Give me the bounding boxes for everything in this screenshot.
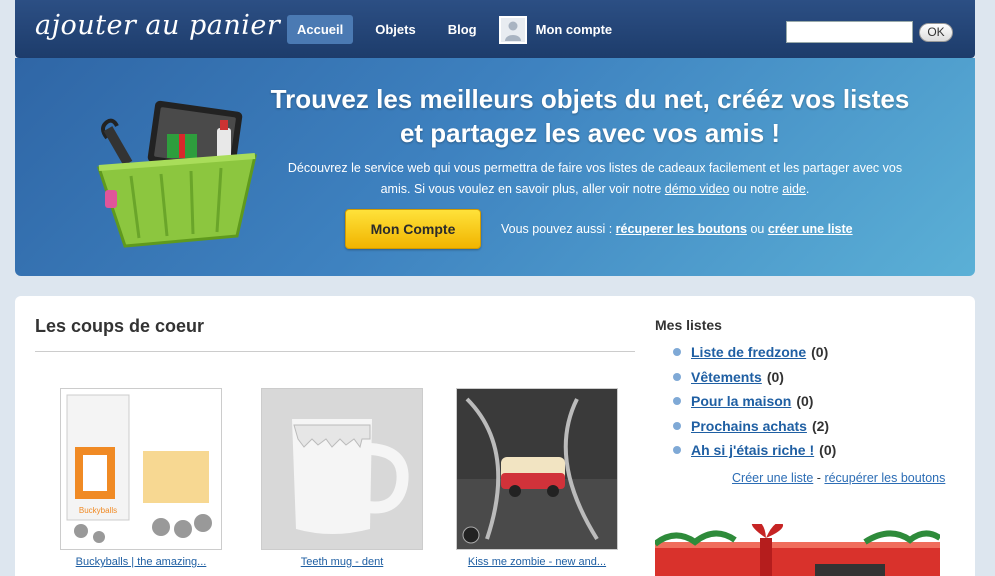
product-card: Teeth mug - dent [261, 388, 423, 568]
hero-desc-or: ou notre [732, 182, 779, 196]
hero-desc-text: Découvrez le service web qui vous permet… [287, 161, 903, 196]
basket-illustration [96, 100, 257, 248]
site-logo[interactable]: ajouter au panier [35, 10, 280, 41]
svg-text:Buckyballs: Buckyballs [79, 506, 117, 515]
list-count: (0) [811, 344, 829, 361]
bullet-icon [673, 446, 681, 455]
get-buttons-sidebar-link[interactable]: récupérer les boutons [824, 471, 945, 485]
list-link[interactable]: Pour la maison [691, 393, 791, 409]
product-name-link[interactable]: Teeth mug - dent [261, 556, 423, 568]
nav-item-blog[interactable]: Blog [438, 15, 487, 44]
product-image[interactable] [261, 388, 423, 550]
hero-description: Découvrez le service web qui vous permet… [285, 158, 905, 200]
hero-more-options: Vous pouvez aussi : récuperer les bouton… [501, 222, 853, 236]
list-count: (0) [819, 442, 837, 459]
hero-title: Trouvez les meilleurs objets du net, cré… [270, 84, 910, 148]
product-card: Buckyballs Buckyballs | the amazing... [60, 388, 222, 568]
mon-compte-button[interactable]: Mon Compte [345, 209, 481, 249]
create-list-link[interactable]: créer une liste [768, 222, 853, 236]
list-actions: Créer une liste - récupérer les boutons [732, 471, 945, 485]
list-count: (2) [811, 417, 830, 434]
list-item: Prochains achats (2) [673, 414, 836, 439]
section-divider [35, 351, 635, 352]
main-nav: Accueil Objets Blog Mon compte [287, 15, 612, 44]
account-link[interactable]: Mon compte [536, 22, 613, 37]
list-item: Liste de fredzone (0) [673, 340, 836, 365]
section-title: Les coups de coeur [35, 316, 205, 336]
search-input[interactable] [786, 21, 913, 43]
hero-more-text: Vous pouvez aussi : [501, 222, 613, 236]
product-card: Kiss me zombie - new and... [456, 388, 618, 568]
my-lists: Liste de fredzone (0) Vêtements (0) Pour l… [673, 340, 836, 463]
hero-desc-end: . [805, 182, 810, 196]
content-panel: Les coups de coeur Buckyballs Buckyballs… [15, 296, 975, 576]
list-item: Vêtements (0) [673, 365, 836, 390]
bullet-icon [673, 421, 681, 430]
product-image[interactable] [456, 388, 618, 550]
list-link[interactable]: Prochains achats [691, 418, 807, 434]
demo-video-link[interactable]: démo video [665, 182, 730, 196]
separator: - [816, 471, 821, 485]
list-link[interactable]: Liste de fredzone [691, 344, 806, 360]
list-count: (0) [796, 393, 814, 410]
list-count: (0) [766, 368, 784, 385]
bullet-icon [673, 397, 681, 406]
nav-item-accueil[interactable]: Accueil [287, 15, 354, 44]
nav-item-objets[interactable]: Objets [365, 15, 425, 44]
bullet-icon [673, 348, 681, 357]
help-link[interactable]: aide [782, 182, 806, 196]
bullet-icon [673, 372, 681, 381]
top-bar: ajouter au panier Accueil Objets Blog Mo… [15, 0, 975, 58]
list-item: Pour la maison (0) [673, 389, 836, 414]
product-name-link[interactable]: Buckyballs | the amazing... [60, 556, 222, 568]
search-ok-button[interactable]: OK [919, 23, 953, 42]
gift-banner-illustration [655, 524, 940, 576]
create-list-sidebar-link[interactable]: Créer une liste [732, 471, 813, 485]
list-link[interactable]: Ah si j'étais riche ! [691, 442, 814, 458]
list-item: Ah si j'étais riche ! (0) [673, 438, 836, 463]
product-name-link[interactable]: Kiss me zombie - new and... [456, 556, 618, 568]
get-buttons-link[interactable]: récuperer les boutons [616, 222, 747, 236]
my-lists-title: Mes listes [655, 317, 722, 333]
hero-banner: Trouvez les meilleurs objets du net, cré… [15, 58, 975, 276]
user-avatar-icon[interactable] [498, 15, 527, 44]
list-link[interactable]: Vêtements [691, 369, 762, 385]
hero-more-or: ou [750, 222, 765, 236]
product-image[interactable]: Buckyballs [60, 388, 222, 550]
